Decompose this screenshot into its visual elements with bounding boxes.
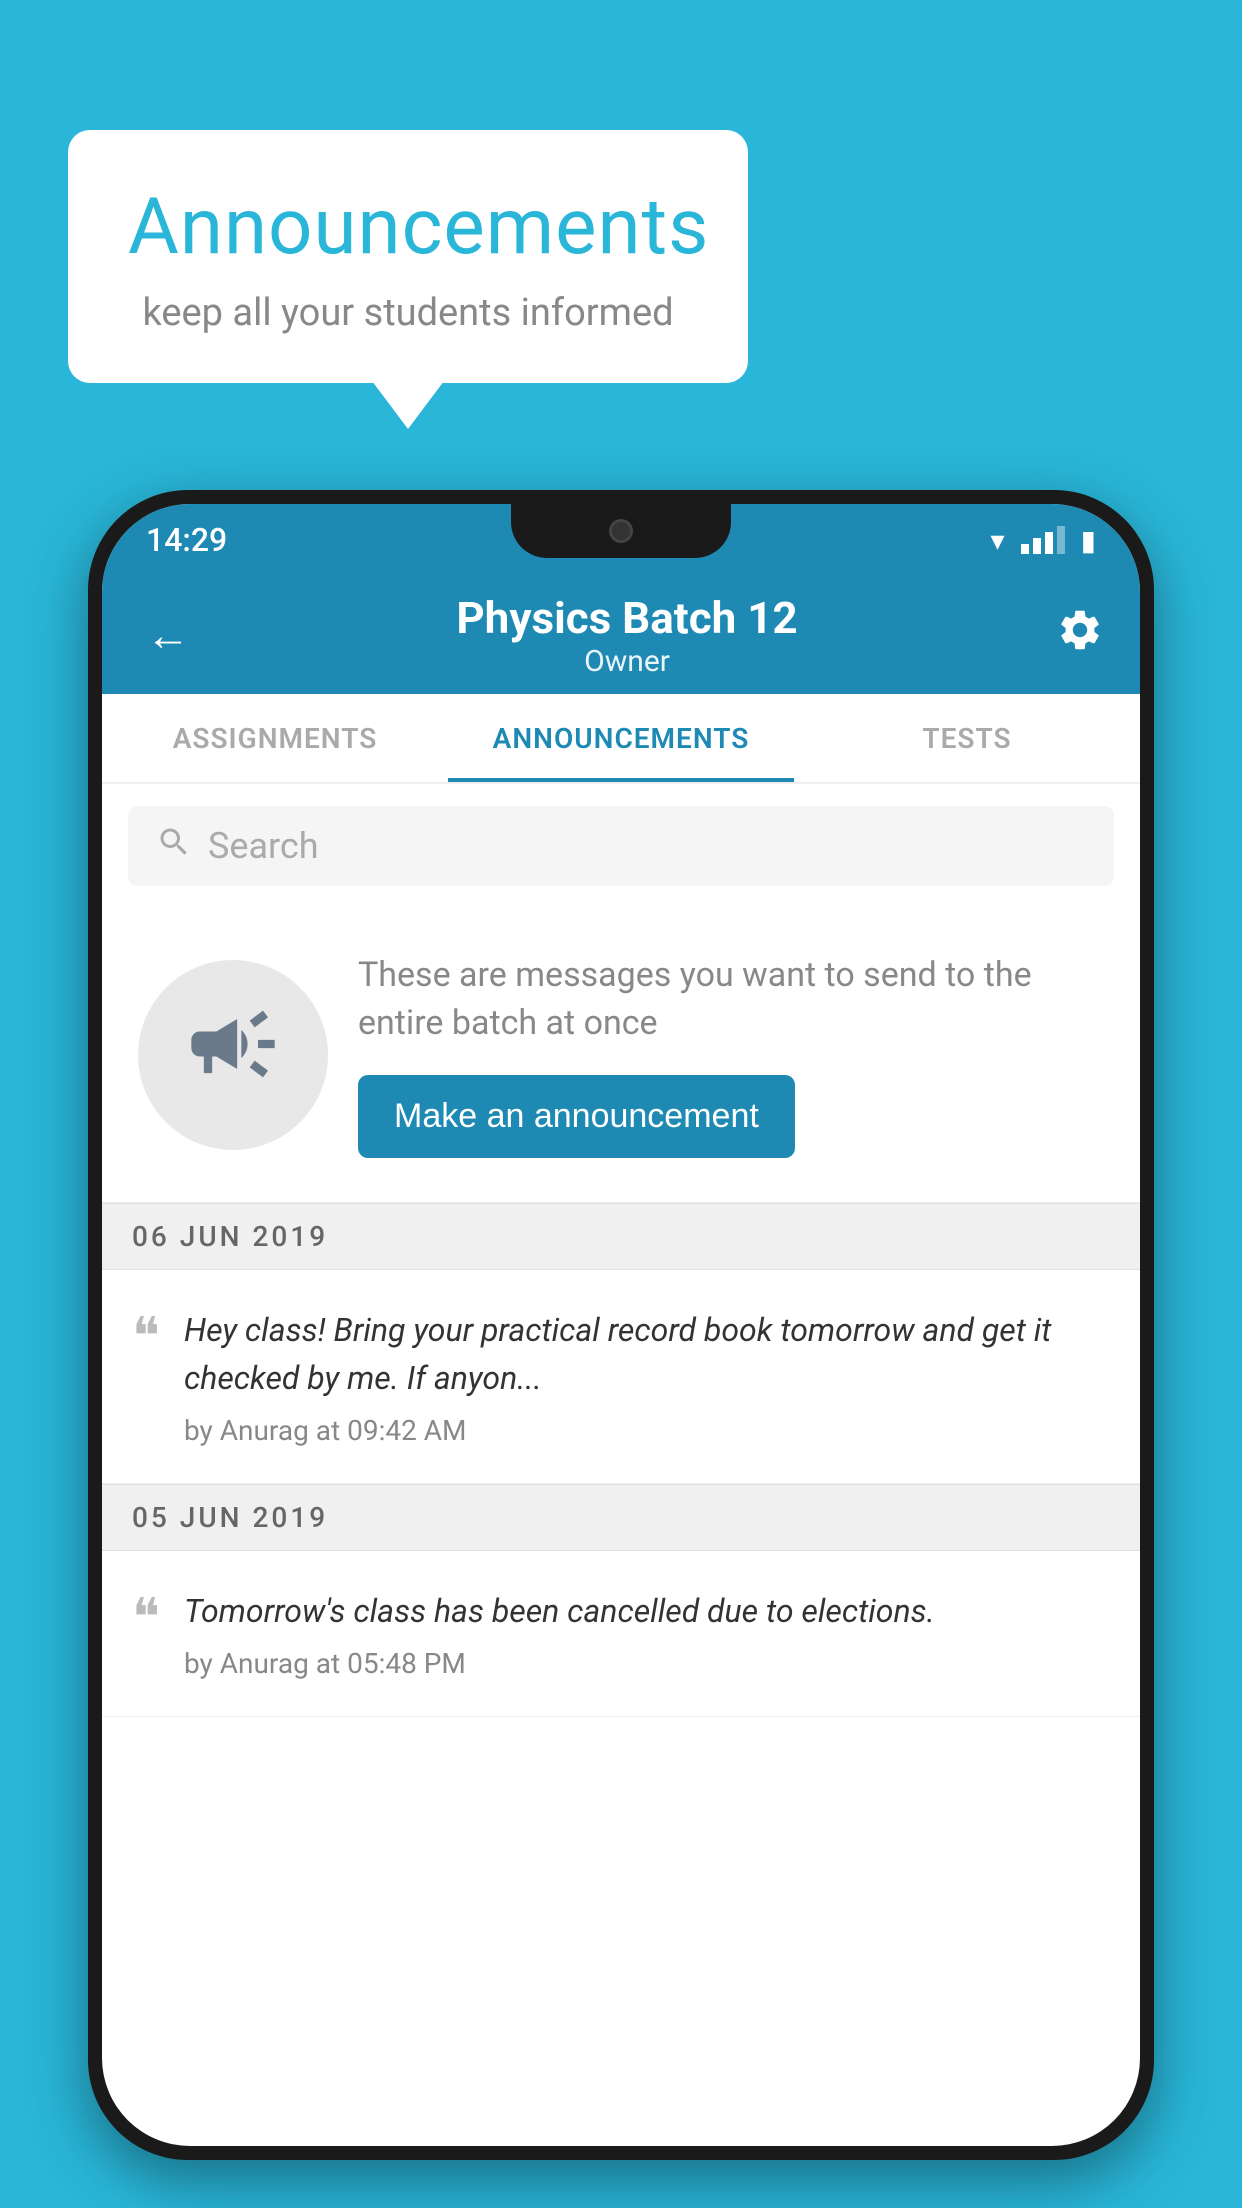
announcement-text-2: Tomorrow's class has been cancelled due … bbox=[184, 1587, 1110, 1635]
tab-tests[interactable]: TESTS bbox=[794, 694, 1140, 782]
empty-state-content: These are messages you want to send to t… bbox=[358, 952, 1104, 1158]
search-icon bbox=[156, 824, 192, 869]
speech-bubble-title: Announcements bbox=[128, 182, 688, 273]
phone-device: 14:29 ▾ ▮ ← Physics Batch 12 Owner bbox=[88, 490, 1154, 2160]
tabs-bar: ASSIGNMENTS ANNOUNCEMENTS TESTS bbox=[102, 694, 1140, 784]
search-bar[interactable]: Search bbox=[128, 806, 1114, 886]
tab-announcements[interactable]: ANNOUNCEMENTS bbox=[448, 694, 794, 782]
phone-notch bbox=[511, 504, 731, 558]
tab-assignments[interactable]: ASSIGNMENTS bbox=[102, 694, 448, 782]
status-icons: ▾ ▮ bbox=[991, 524, 1096, 557]
make-announcement-button[interactable]: Make an announcement bbox=[358, 1075, 795, 1158]
quote-icon-1: ❝ bbox=[132, 1309, 160, 1366]
app-bar-center: Physics Batch 12 Owner bbox=[218, 592, 1036, 679]
megaphone-icon bbox=[183, 994, 283, 1116]
settings-button[interactable] bbox=[1056, 606, 1104, 665]
announcement-icon-circle bbox=[138, 960, 328, 1150]
speech-bubble-container: Announcements keep all your students inf… bbox=[68, 130, 748, 383]
battery-icon: ▮ bbox=[1081, 524, 1096, 557]
empty-state: These are messages you want to send to t… bbox=[102, 908, 1140, 1203]
date-separator-2: 05 JUN 2019 bbox=[102, 1484, 1140, 1551]
quote-icon-wrap-1: ❝ bbox=[132, 1306, 160, 1447]
search-placeholder: Search bbox=[208, 825, 319, 867]
announcement-item-1: ❝ Hey class! Bring your practical record… bbox=[102, 1270, 1140, 1484]
empty-state-description: These are messages you want to send to t… bbox=[358, 952, 1104, 1047]
wifi-icon: ▾ bbox=[991, 524, 1005, 557]
announcement-text-1: Hey class! Bring your practical record b… bbox=[184, 1306, 1110, 1402]
announcement-item-2: ❝ Tomorrow's class has been cancelled du… bbox=[102, 1551, 1140, 1717]
back-button[interactable]: ← bbox=[138, 601, 198, 669]
signal-bars-icon bbox=[1021, 526, 1065, 554]
speech-bubble-subtitle: keep all your students informed bbox=[128, 291, 688, 335]
status-time: 14:29 bbox=[146, 521, 227, 559]
quote-icon-wrap-2: ❝ bbox=[132, 1587, 160, 1680]
phone-outer-frame: 14:29 ▾ ▮ ← Physics Batch 12 Owner bbox=[88, 490, 1154, 2160]
quote-icon-2: ❝ bbox=[132, 1590, 160, 1647]
announcement-meta-2: by Anurag at 05:48 PM bbox=[184, 1647, 1110, 1680]
phone-screen-container: 14:29 ▾ ▮ ← Physics Batch 12 Owner bbox=[102, 504, 1140, 2146]
app-bar-subtitle: Owner bbox=[218, 644, 1036, 679]
app-bar: ← Physics Batch 12 Owner bbox=[102, 576, 1140, 694]
announcement-content-2: Tomorrow's class has been cancelled due … bbox=[184, 1587, 1110, 1680]
app-bar-title: Physics Batch 12 bbox=[218, 592, 1036, 644]
speech-bubble: Announcements keep all your students inf… bbox=[68, 130, 748, 383]
search-bar-wrapper: Search bbox=[102, 784, 1140, 908]
camera-dot bbox=[609, 519, 633, 543]
date-separator-1: 06 JUN 2019 bbox=[102, 1203, 1140, 1270]
announcement-meta-1: by Anurag at 09:42 AM bbox=[184, 1414, 1110, 1447]
announcement-content-1: Hey class! Bring your practical record b… bbox=[184, 1306, 1110, 1447]
